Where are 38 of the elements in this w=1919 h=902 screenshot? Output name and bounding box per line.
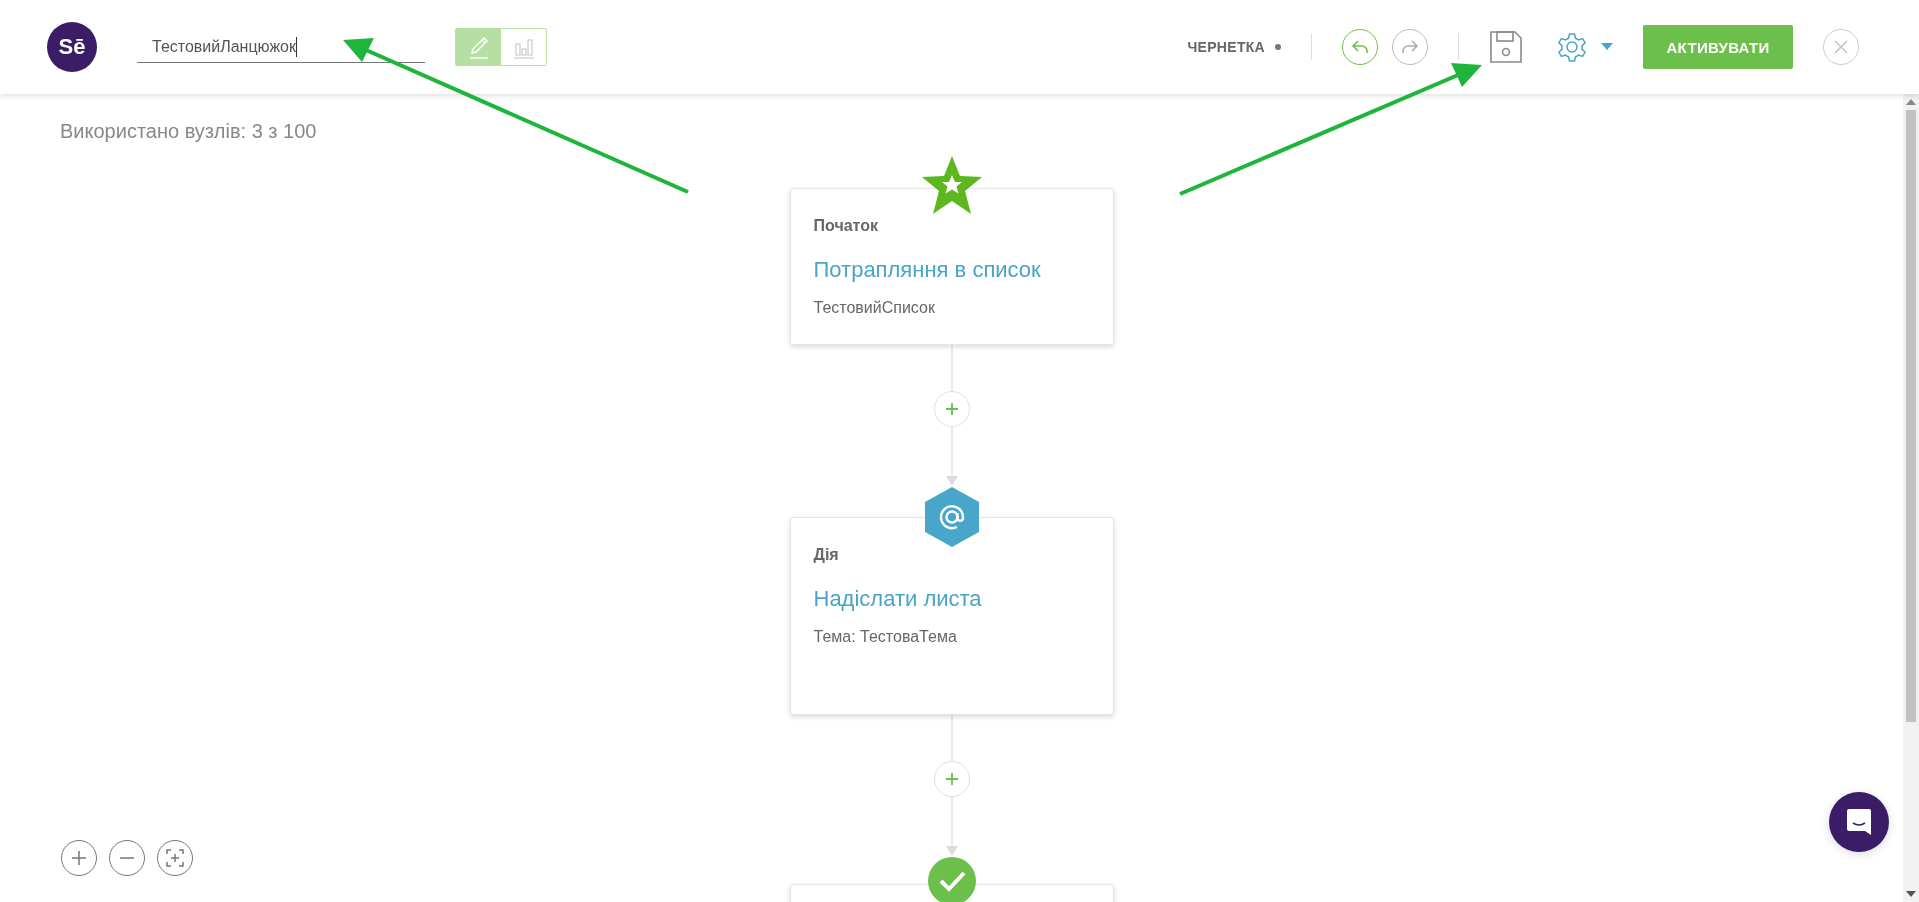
status-label: ЧЕРНЕТКА — [1187, 39, 1265, 55]
node-detail: Тема: ТестоваТема — [813, 628, 958, 646]
node-usage-text: Використано вузлів: 3 з 100 — [60, 120, 317, 143]
add-node-button[interactable] — [933, 761, 970, 797]
node-category: Початок — [813, 217, 879, 235]
zoom-in-button[interactable] — [61, 840, 97, 876]
save-icon[interactable] — [1489, 30, 1523, 64]
logo[interactable]: Sē — [47, 22, 97, 72]
fit-screen-icon — [166, 849, 184, 867]
undo-icon — [1351, 39, 1369, 55]
close-button[interactable] — [1823, 29, 1859, 65]
chat-button[interactable] — [1829, 792, 1889, 852]
add-node-button[interactable] — [933, 391, 970, 427]
undo-button[interactable] — [1342, 29, 1378, 65]
email-node-icon — [923, 486, 980, 548]
chat-icon — [1846, 808, 1872, 836]
plus-icon — [944, 772, 959, 786]
dropdown-caret-icon[interactable] — [1601, 43, 1613, 51]
redo-icon — [1401, 39, 1419, 55]
plus-icon — [944, 402, 959, 416]
node-card[interactable]: Дія Надіслати листа Тема: ТестоваТема — [789, 517, 1114, 715]
scrollbar[interactable] — [1903, 94, 1919, 902]
zoom-out-button[interactable] — [109, 840, 145, 876]
node-card[interactable]: Початок Потрапляння в список ТестовийСписок — [789, 188, 1114, 345]
connector-arrow — [944, 797, 959, 857]
settings-icon[interactable] — [1555, 30, 1589, 64]
status-dot — [1275, 44, 1281, 50]
plus-icon — [71, 850, 87, 866]
scroll-down-icon[interactable] — [1906, 890, 1916, 898]
edit-view-button[interactable] — [456, 29, 501, 65]
close-icon — [1833, 39, 1849, 55]
fit-to-screen-button[interactable] — [157, 840, 193, 876]
scrollbar-thumb[interactable] — [1906, 110, 1916, 722]
minus-icon — [119, 856, 135, 860]
node-detail: ТестовийСписок — [813, 299, 936, 317]
scroll-up-icon[interactable] — [1906, 98, 1916, 106]
connector-arrow — [944, 427, 959, 487]
node-category: Дія — [813, 546, 840, 564]
